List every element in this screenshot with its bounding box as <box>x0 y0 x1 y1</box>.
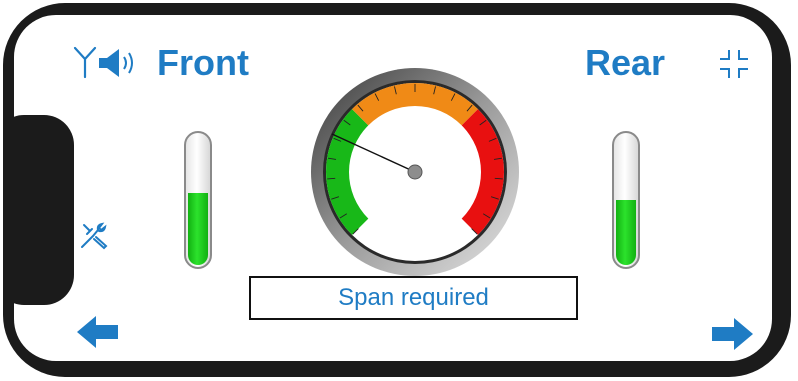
dial-tick <box>494 177 503 180</box>
collapse-icon[interactable] <box>719 49 749 79</box>
dial-tick <box>327 177 336 180</box>
status-message: Span required <box>249 276 578 320</box>
dial-hub <box>407 164 423 180</box>
rear-label: Rear <box>585 42 666 83</box>
tools-icon[interactable] <box>78 221 108 251</box>
dial-gauge <box>311 68 519 276</box>
app-screen: Front Rear Span required <box>14 15 772 361</box>
arrow-right-icon[interactable] <box>710 317 754 351</box>
speaker-icon[interactable] <box>97 47 143 79</box>
antenna-icon[interactable] <box>72 45 98 79</box>
arrow-left-icon[interactable] <box>76 315 120 349</box>
front-level-gauge <box>184 131 212 269</box>
phone-notch <box>14 115 74 305</box>
front-label: Front <box>157 42 249 83</box>
rear-level-gauge <box>612 131 640 269</box>
front-level-fill <box>188 193 208 265</box>
rear-level-fill <box>616 200 636 265</box>
